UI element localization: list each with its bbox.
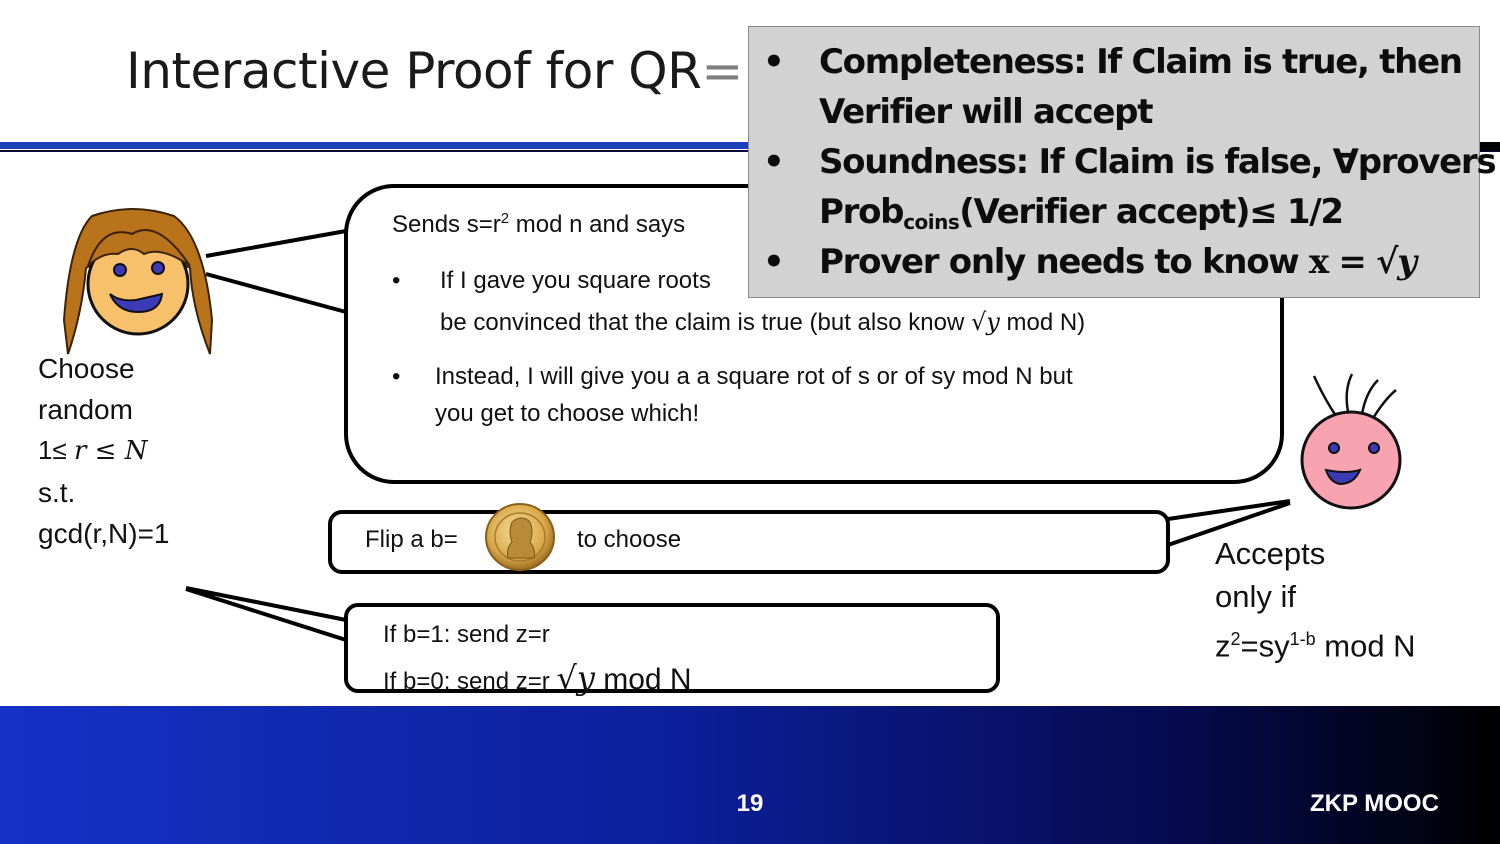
- bullet-2: •: [392, 363, 401, 390]
- bullet-2-line-1: Instead, I will give you a a square rot …: [435, 363, 1073, 390]
- send-line-2: If b=0: send z=r √y mod N: [383, 659, 692, 697]
- to-choose-text: to choose: [577, 526, 682, 553]
- choose-line: Choose: [38, 353, 135, 384]
- footer-brand: ZKP MOOC: [1310, 790, 1439, 817]
- send-line-1: If b=1: send z=r: [383, 621, 550, 648]
- accept-equation: z2=sy1-b mod N: [1215, 628, 1416, 664]
- properties-overlay: • Completeness: If Claim is true, then V…: [748, 26, 1497, 298]
- bullet-1-line-1: If I gave you square roots: [440, 267, 711, 294]
- completeness-line-2: Verifier will accept: [819, 92, 1153, 132]
- soundness-line-1: Soundness: If Claim is false, ∀provers: [819, 142, 1497, 182]
- coin-icon: [485, 503, 555, 571]
- accepts-line: Accepts: [1215, 536, 1326, 571]
- completeness-line-1: Completeness: If Claim is true, then: [819, 42, 1463, 82]
- footer-bar: [0, 706, 1500, 844]
- bullet: •: [763, 42, 785, 82]
- verifier-description: Accepts only if z2=sy1-b mod N: [1215, 532, 1416, 667]
- only-if-line: only if: [1215, 579, 1296, 614]
- st-line: s.t.: [38, 477, 76, 508]
- sqrt-y: √y: [970, 308, 1000, 336]
- prover-description: Choose random 1≤ r ≤ N s.t. gcd(r,N)=1: [38, 348, 170, 554]
- bullet-2-line-2: you get to choose which!: [435, 400, 700, 427]
- girl-face-icon: [62, 208, 214, 355]
- sends-text: Sends s=r2 mod n and says: [392, 210, 686, 238]
- alien-face-icon: [1300, 373, 1402, 510]
- bullet-1: •: [392, 267, 401, 294]
- prover-knowledge-line: Prover only needs to know x = √y: [819, 242, 1417, 282]
- bullet: •: [763, 142, 785, 182]
- sqrt-y-2: √y: [556, 659, 595, 697]
- page-number: 19: [736, 790, 764, 817]
- bullet: •: [763, 242, 785, 282]
- flip-text: Flip a b=: [365, 526, 458, 553]
- range-line: 1≤ r ≤ N: [38, 435, 148, 466]
- random-line: random: [38, 394, 133, 425]
- bullet-1-line-2: be convinced that the claim is true (but…: [440, 308, 1086, 336]
- gcd-line: gcd(r,N)=1: [38, 518, 170, 549]
